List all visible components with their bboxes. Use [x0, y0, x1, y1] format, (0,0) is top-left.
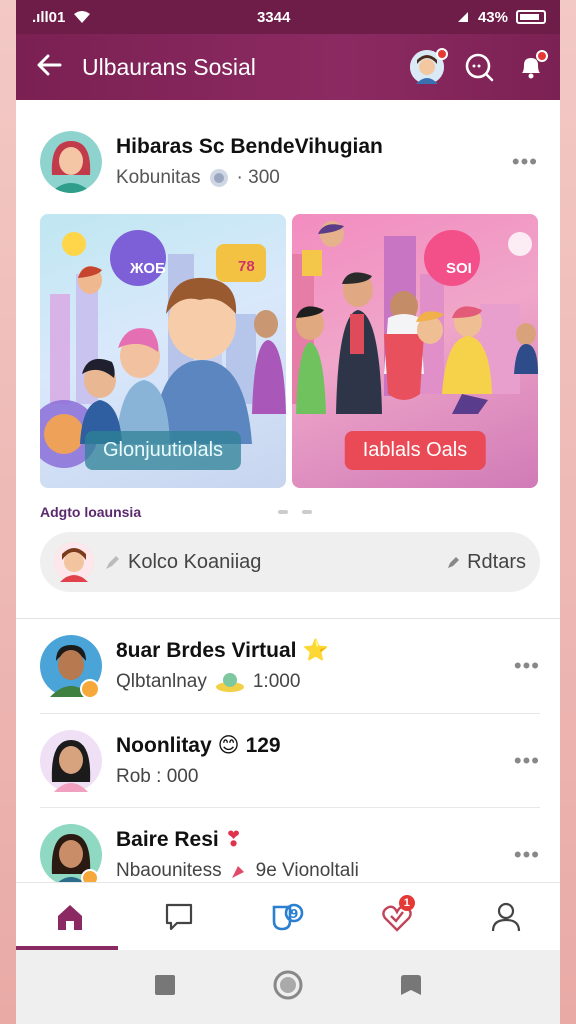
media-card[interactable]: SOI Iablals Oals — [292, 214, 538, 488]
heart-exclamation-icon: ❣ — [224, 828, 243, 851]
system-nav-bar — [16, 950, 560, 1024]
nav-notifications[interactable]: 1 — [365, 885, 429, 949]
square-icon — [155, 974, 176, 995]
notification-dot — [436, 48, 448, 60]
circle-icon — [273, 970, 303, 999]
more-options-icon[interactable]: ••• — [512, 149, 538, 175]
member-list: 8uar Brdes Virtual ⭐ Qlbtanlnay 1:000 ••… — [16, 619, 560, 901]
comment-action-label: Rdtars — [467, 550, 526, 573]
member-name: Baire Resi — [116, 827, 219, 851]
carousel-indicator — [278, 504, 312, 520]
comment-bar[interactable]: Kolco Koaniiag Rdtars — [40, 532, 540, 592]
star-icon: ⭐ — [302, 639, 329, 662]
nav-profile[interactable] — [474, 885, 538, 949]
speech-bubble-label: SOI — [446, 260, 472, 277]
member-count: 1:000 — [252, 671, 301, 692]
nav-home[interactable] — [38, 885, 102, 949]
app-title: Ulbaurans Sosial — [82, 53, 256, 80]
profile-avatar[interactable] — [410, 48, 448, 84]
status-time: 3344 — [256, 8, 291, 26]
more-options-icon[interactable]: ••• — [514, 653, 540, 679]
more-options-icon[interactable]: ••• — [514, 842, 540, 868]
back-icon — [400, 974, 421, 995]
list-item[interactable]: Noonlitay 😊 129 Rob : 000 ••• — [40, 713, 540, 807]
speech-bubble-label: ЖОБ — [130, 260, 166, 277]
commenter-avatar — [54, 542, 94, 582]
recents-button[interactable] — [154, 974, 176, 1001]
member-avatar — [40, 823, 102, 887]
post-count: · 300 — [236, 167, 280, 188]
trophy-icon — [215, 673, 244, 692]
post-author-avatar[interactable] — [40, 131, 102, 193]
status-bar: .ıll01 3344 43% — [16, 0, 560, 34]
section-label-row: Adgto loaunsia — [16, 488, 560, 520]
comment-input[interactable]: Kolco Koaniiag — [104, 551, 437, 574]
comment-placeholder: Kolco Koaniiag — [128, 550, 262, 573]
battery-percent: 43% — [477, 8, 508, 26]
chat-icon — [166, 903, 193, 930]
post-author-name[interactable]: Hibaras Sc BendeVihugian — [116, 135, 512, 159]
svg-text:9: 9 — [290, 907, 298, 921]
card-label: Glonjuutiolals — [84, 431, 242, 470]
home-button[interactable] — [273, 970, 303, 1005]
media-carousel: ЖОБ 78 Glonjuutiolals SOI Iablals Oals — [16, 214, 560, 488]
app-bar: Ulbaurans Sosial — [16, 34, 560, 100]
notification-dot — [536, 50, 548, 62]
phone-screen: .ıll01 3344 43% Ulbaurans Sosial Hibaras… — [16, 0, 560, 1024]
back-button[interactable] — [400, 974, 422, 1001]
nav-messages[interactable] — [147, 885, 211, 949]
more-options-icon[interactable]: ••• — [514, 748, 540, 774]
section-label: Adgto loaunsia — [40, 504, 142, 520]
signal-icon — [457, 12, 468, 22]
home-icon — [58, 904, 83, 930]
wifi-icon — [74, 11, 91, 23]
member-avatar — [40, 729, 102, 792]
signal-indicator: .ıll01 — [32, 8, 66, 26]
media-card[interactable]: ЖОБ 78 Glonjuutiolals — [40, 214, 286, 488]
notification-badge: 1 — [398, 894, 415, 911]
party-icon — [231, 866, 244, 878]
member-sub: Rob : 000 — [116, 766, 199, 787]
bottom-nav: 9 1 — [16, 882, 560, 950]
member-count: 9e Vionoltali — [255, 860, 359, 881]
battery-icon — [515, 10, 546, 24]
member-avatar — [40, 635, 102, 699]
back-arrow-icon[interactable] — [36, 51, 76, 83]
pencil-icon — [448, 557, 460, 568]
groups-icon: 9 — [272, 903, 304, 930]
card-label: Iablals Oals — [344, 431, 486, 470]
globe-icon — [209, 169, 228, 187]
member-sub: Qlbtanlnay — [116, 671, 207, 692]
member-count: 129 — [245, 733, 281, 757]
member-sub: Nbaounitess — [116, 860, 222, 881]
notifications-bell-icon[interactable] — [514, 50, 548, 84]
person-icon — [491, 902, 520, 931]
comment-action-button[interactable]: Rdtars — [447, 551, 526, 574]
nav-groups[interactable]: 9 — [256, 885, 320, 949]
post-header: Hibaras Sc BendeVihugian Kobunitas · 300… — [16, 100, 560, 204]
speech-bubble-number: 78 — [238, 258, 255, 275]
post-community: Kobunitas — [116, 167, 201, 188]
member-name: 8uar Brdes Virtual — [116, 639, 297, 662]
pencil-icon — [106, 556, 119, 569]
list-item[interactable]: 8uar Brdes Virtual ⭐ Qlbtanlnay 1:000 ••… — [40, 619, 540, 713]
member-name: Noonlitay — [116, 733, 212, 757]
smile-emoji-icon: 😊 — [217, 734, 240, 757]
search-icon[interactable] — [462, 50, 496, 84]
